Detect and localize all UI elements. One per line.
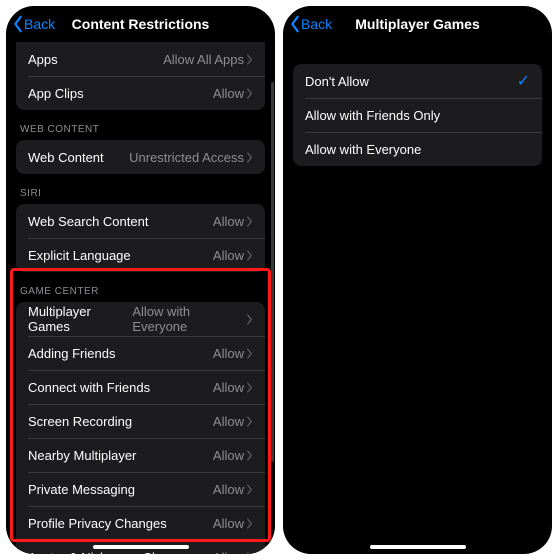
option-label: Don't Allow [305, 74, 369, 89]
chevron-right-icon [246, 484, 253, 495]
row-label: Nearby Multiplayer [28, 448, 136, 463]
row-profile-privacy[interactable]: Profile Privacy Changes Allow [16, 506, 265, 540]
back-button[interactable]: Back [12, 6, 55, 42]
chevron-right-icon [246, 518, 253, 529]
row-label: Adding Friends [28, 346, 115, 361]
chevron-right-icon [246, 88, 253, 99]
section-header-web: WEB CONTENT [6, 110, 275, 140]
row-value: Allow [213, 414, 244, 429]
row-label: Connect with Friends [28, 380, 150, 395]
row-explicit-language[interactable]: Explicit Language Allow [16, 238, 265, 272]
chevron-right-icon [246, 152, 253, 163]
chevron-right-icon [246, 382, 253, 393]
row-value: Allow All Apps [163, 52, 244, 67]
row-label: Web Search Content [28, 214, 148, 229]
home-indicator[interactable] [370, 545, 466, 549]
row-label: Web Content [28, 150, 104, 165]
row-web-content[interactable]: Web Content Unrestricted Access [16, 140, 265, 174]
chevron-right-icon [246, 348, 253, 359]
option-friends-only[interactable]: Allow with Friends Only [293, 98, 542, 132]
row-nearby-multiplayer[interactable]: Nearby Multiplayer Allow [16, 438, 265, 472]
row-value: Allow with Everyone [132, 304, 244, 334]
home-indicator[interactable] [93, 545, 189, 549]
section-header-game-center: GAME CENTER [6, 272, 275, 302]
row-label: App Clips [28, 86, 84, 101]
row-private-messaging[interactable]: Private Messaging Allow [16, 472, 265, 506]
row-value: Allow [213, 482, 244, 497]
row-label: Screen Recording [28, 414, 132, 429]
checkmark-icon: ✓ [517, 71, 530, 91]
page-title: Content Restrictions [72, 16, 210, 32]
row-value: Allow [213, 448, 244, 463]
scrollbar[interactable] [271, 82, 274, 462]
row-app-clips[interactable]: App Clips Allow [16, 76, 265, 110]
option-label: Allow with Everyone [305, 142, 421, 157]
back-label: Back [24, 16, 55, 32]
row-connect-friends[interactable]: Connect with Friends Allow [16, 370, 265, 404]
row-screen-recording[interactable]: Screen Recording Allow [16, 404, 265, 438]
back-label: Back [301, 16, 332, 32]
row-value: Allow [213, 86, 244, 101]
option-label: Allow with Friends Only [305, 108, 440, 123]
option-everyone[interactable]: Allow with Everyone [293, 132, 542, 166]
chevron-left-icon [12, 15, 24, 33]
row-label: Multiplayer Games [28, 304, 132, 334]
row-value: Allow [213, 214, 244, 229]
row-multiplayer-games[interactable]: Multiplayer Games Allow with Everyone [16, 302, 265, 336]
row-value: Unrestricted Access [129, 150, 244, 165]
back-button[interactable]: Back [289, 6, 332, 42]
section-header-siri: SIRI [6, 174, 275, 204]
group-game-center: Multiplayer Games Allow with Everyone Ad… [16, 302, 265, 554]
row-label: Apps [28, 52, 58, 67]
row-label: Profile Privacy Changes [28, 516, 167, 531]
row-apps[interactable]: Apps Allow All Apps [16, 42, 265, 76]
nav-bar: Back Content Restrictions [6, 6, 275, 42]
row-label: Avatar & Nickname Changes [28, 550, 195, 555]
chevron-right-icon [246, 250, 253, 261]
row-label: Private Messaging [28, 482, 135, 497]
row-value: Allow [213, 346, 244, 361]
chevron-right-icon [246, 216, 253, 227]
row-adding-friends[interactable]: Adding Friends Allow [16, 336, 265, 370]
chevron-right-icon [246, 314, 253, 325]
row-value: Allow [213, 380, 244, 395]
option-dont-allow[interactable]: Don't Allow ✓ [293, 64, 542, 98]
row-value: Allow [213, 550, 244, 555]
chevron-right-icon [246, 54, 253, 65]
row-value: Allow [213, 516, 244, 531]
phone-right: Back Multiplayer Games Don't Allow ✓ All… [283, 6, 552, 554]
group-top: Apps Allow All Apps App Clips Allow [16, 42, 265, 110]
row-web-search[interactable]: Web Search Content Allow [16, 204, 265, 238]
phone-left: Back Content Restrictions Apps Allow All… [6, 6, 275, 554]
group-siri: Web Search Content Allow Explicit Langua… [16, 204, 265, 272]
group-options: Don't Allow ✓ Allow with Friends Only Al… [293, 64, 542, 166]
nav-bar: Back Multiplayer Games [283, 6, 552, 42]
group-web: Web Content Unrestricted Access [16, 140, 265, 174]
row-value: Allow [213, 248, 244, 263]
chevron-right-icon [246, 552, 253, 555]
chevron-right-icon [246, 416, 253, 427]
chevron-right-icon [246, 450, 253, 461]
page-title: Multiplayer Games [355, 16, 480, 32]
chevron-left-icon [289, 15, 301, 33]
row-label: Explicit Language [28, 248, 131, 263]
